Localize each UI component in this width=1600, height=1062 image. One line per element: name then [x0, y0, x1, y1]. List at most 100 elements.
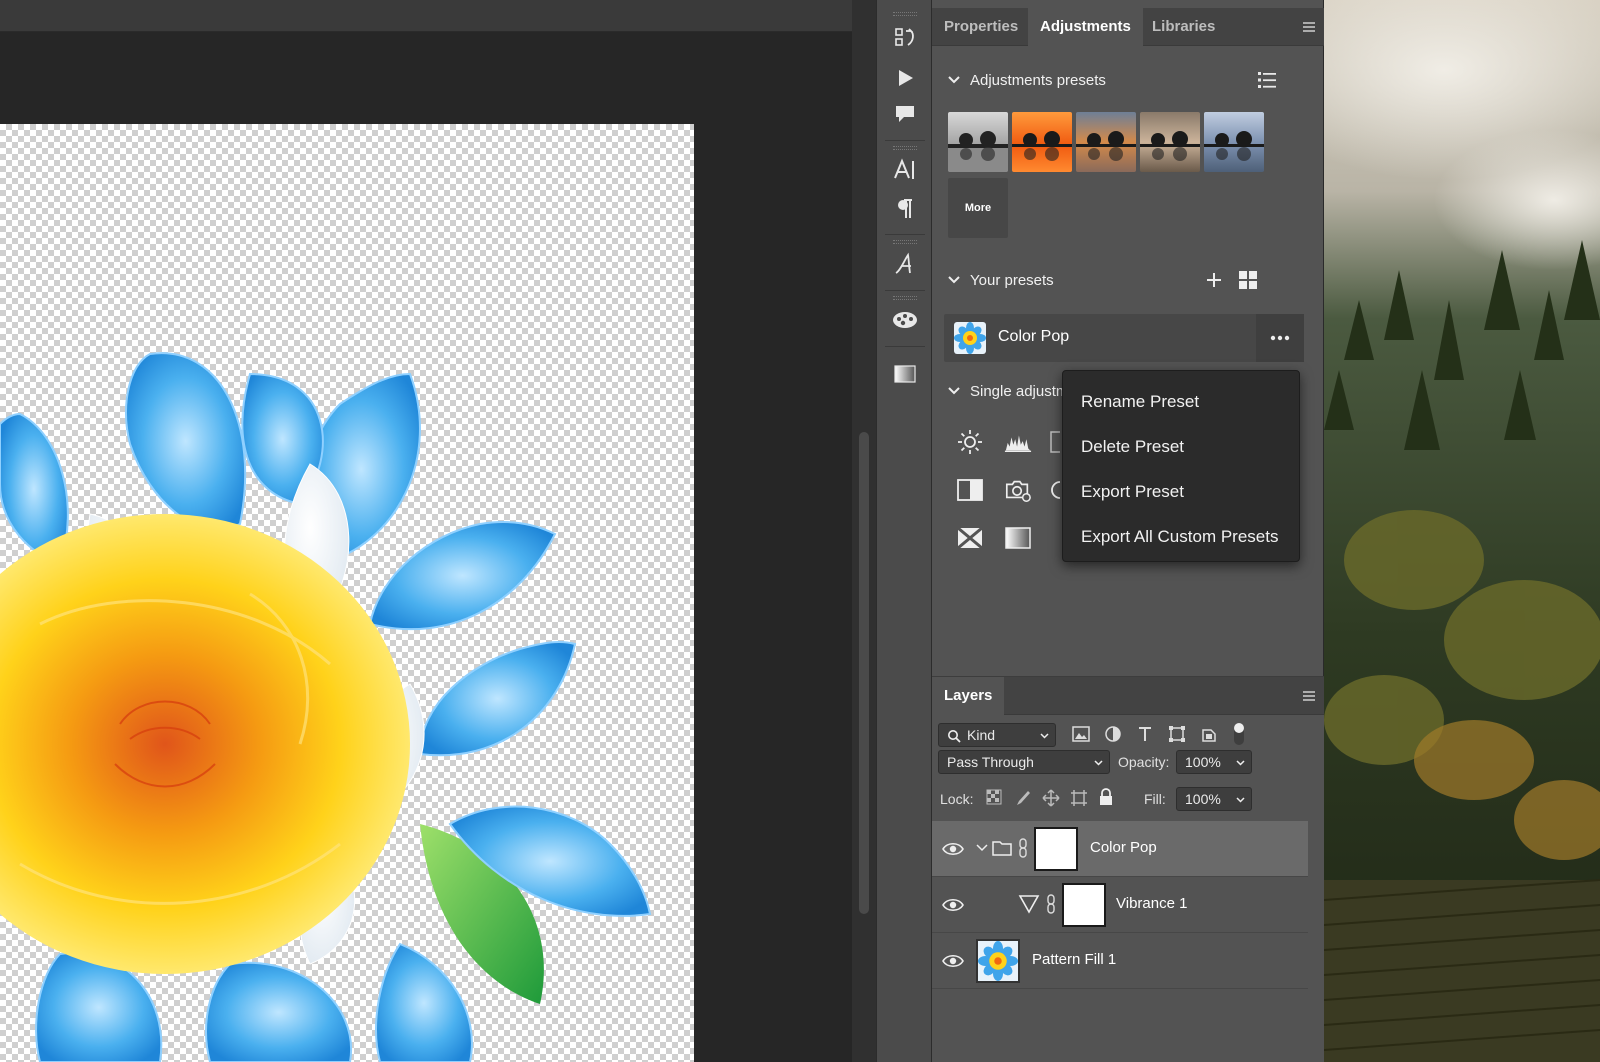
gradient-map-icon[interactable]: [1004, 524, 1032, 552]
chevron-down-icon: [948, 76, 960, 84]
glyphs-icon[interactable]: [887, 246, 923, 282]
tab-layers[interactable]: Layers: [932, 677, 1005, 715]
link-icon[interactable]: [1018, 837, 1028, 859]
more-options-icon[interactable]: [1256, 314, 1304, 362]
document-canvas-area[interactable]: [0, 0, 856, 1062]
layer-filter-kind-value: Kind: [967, 727, 996, 743]
preset-item-color-pop[interactable]: Color Pop: [944, 314, 1304, 362]
channel-mixer-icon-partial[interactable]: [1050, 476, 1060, 504]
paragraph-icon[interactable]: [887, 190, 923, 226]
layer-thumbnail[interactable]: [976, 939, 1020, 983]
tab-properties[interactable]: Properties: [932, 8, 1030, 46]
blend-mode-value: Pass Through: [947, 754, 1034, 770]
layer-row-color-pop[interactable]: Color Pop: [932, 821, 1308, 877]
character-icon[interactable]: [887, 152, 923, 188]
photo-filter-icon[interactable]: [1004, 476, 1032, 504]
tool-group-grip[interactable]: [893, 296, 917, 300]
filter-shape-layers-icon[interactable]: [1166, 723, 1188, 745]
filter-adjustment-layers-icon[interactable]: [1102, 723, 1124, 745]
eye-icon[interactable]: [942, 895, 964, 915]
folder-icon: [992, 841, 1012, 856]
layers-menu-icon[interactable]: [1302, 689, 1316, 703]
lock-transparent-pixels-icon[interactable]: [986, 789, 1004, 807]
your-presets-title: Your presets: [970, 271, 1054, 289]
background-landscape-photo: [1324, 0, 1600, 1062]
preset-thumbnail-sunset[interactable]: [1076, 112, 1136, 172]
layer-row-pattern-fill[interactable]: Pattern Fill 1: [932, 933, 1308, 989]
adjustments-presets-title: Adjustments presets: [970, 71, 1106, 89]
preset-thumbnail-cool-blue[interactable]: [1204, 112, 1264, 172]
menu-item-export-all-custom-presets[interactable]: Export All Custom Presets: [1063, 514, 1299, 559]
layer-row-vibrance[interactable]: Vibrance 1: [932, 877, 1308, 933]
preset-thumbnail-warm-orange[interactable]: [1012, 112, 1072, 172]
canvas-vertical-scrollbar[interactable]: [852, 0, 876, 1062]
filter-pixel-layers-icon[interactable]: [1070, 723, 1092, 745]
layer-filter-kind-dropdown[interactable]: Kind: [938, 723, 1056, 747]
preset-thumbnail-flower: [954, 322, 986, 354]
grid-view-icon[interactable]: [1238, 270, 1258, 290]
opacity-field[interactable]: 100%: [1176, 750, 1252, 774]
chevron-down-icon: [1040, 733, 1049, 739]
chevron-down-icon: [948, 387, 960, 395]
tool-group-grip[interactable]: [893, 146, 917, 150]
layers-tab-bar: Layers: [932, 677, 1324, 715]
gradient-panel-icon[interactable]: [887, 356, 923, 392]
lock-label: Lock:: [940, 791, 974, 807]
black-white-icon[interactable]: [956, 476, 984, 504]
comments-icon[interactable]: [887, 96, 923, 132]
preset-thumbnail-sepia[interactable]: [1140, 112, 1200, 172]
eye-icon[interactable]: [942, 951, 964, 971]
curves-icon-partial[interactable]: [1050, 428, 1060, 456]
menu-item-delete-preset[interactable]: Delete Preset: [1063, 424, 1299, 469]
filter-smart-objects-icon[interactable]: [1198, 723, 1220, 745]
document-canvas[interactable]: [0, 124, 694, 1062]
preset-thumbnail-bw[interactable]: [948, 112, 1008, 172]
lock-artboard-icon[interactable]: [1070, 789, 1088, 807]
tool-group-grip[interactable]: [893, 12, 917, 16]
tool-group-grip[interactable]: [893, 240, 917, 244]
actions-play-icon[interactable]: [887, 60, 923, 96]
more-presets-button[interactable]: More: [948, 178, 1008, 238]
invert-icon[interactable]: [956, 524, 984, 552]
blend-mode-dropdown[interactable]: Pass Through: [938, 750, 1110, 774]
add-preset-icon[interactable]: [1204, 270, 1224, 290]
filter-toggle-switch[interactable]: [1228, 723, 1250, 745]
layers-panel: Layers Kind Pass Through Opacity: 100% L…: [932, 676, 1324, 1062]
chevron-down-icon: [1094, 760, 1103, 766]
link-icon[interactable]: [1046, 893, 1056, 915]
layer-mask-thumbnail[interactable]: [1062, 883, 1106, 927]
adjustments-presets-header[interactable]: Adjustments presets: [946, 66, 1106, 94]
canvas-scroll-thumb[interactable]: [859, 432, 869, 914]
menu-item-export-preset[interactable]: Export Preset: [1063, 469, 1299, 514]
preset-context-menu: Rename Preset Delete Preset Export Prese…: [1062, 370, 1300, 562]
list-view-icon[interactable]: [1255, 68, 1279, 92]
color-palette-icon[interactable]: [887, 302, 923, 338]
lock-position-icon[interactable]: [1042, 789, 1060, 807]
tab-adjustments[interactable]: Adjustments: [1028, 8, 1143, 46]
filter-type-layers-icon[interactable]: [1134, 723, 1156, 745]
history-icon[interactable]: [887, 20, 923, 56]
layer-name: Color Pop: [1090, 839, 1157, 856]
lock-image-pixels-icon[interactable]: [1014, 789, 1032, 807]
flower-artwork: [0, 352, 652, 1062]
lock-all-icon[interactable]: [1098, 788, 1116, 806]
panel-menu-icon[interactable]: [1302, 20, 1316, 34]
preset-item-label: Color Pop: [998, 328, 1070, 345]
your-presets-header[interactable]: Your presets: [946, 266, 1054, 294]
search-icon: [948, 730, 961, 743]
fill-label: Fill:: [1144, 791, 1166, 807]
canvas-top-bar: [0, 0, 856, 32]
brightness-icon[interactable]: [956, 428, 984, 456]
eye-icon[interactable]: [942, 839, 964, 859]
levels-icon[interactable]: [1004, 428, 1032, 456]
chevron-down-icon[interactable]: [976, 843, 988, 853]
single-adjustments-header[interactable]: Single adjustm: [946, 377, 1068, 405]
tab-libraries[interactable]: Libraries: [1140, 8, 1227, 46]
opacity-value: 100%: [1185, 754, 1221, 770]
opacity-label: Opacity:: [1118, 754, 1170, 770]
chevron-down-icon: [948, 276, 960, 284]
layer-name: Pattern Fill 1: [1032, 951, 1117, 968]
menu-item-rename-preset[interactable]: Rename Preset: [1063, 379, 1299, 424]
layer-mask-thumbnail[interactable]: [1034, 827, 1078, 871]
fill-field[interactable]: 100%: [1176, 787, 1252, 811]
